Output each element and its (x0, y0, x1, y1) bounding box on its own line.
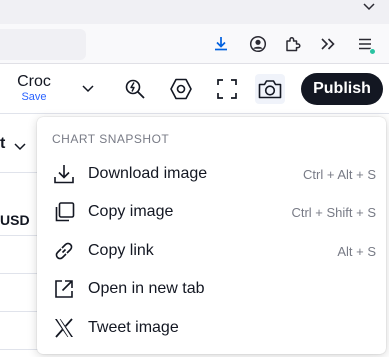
update-indicator-dot (369, 48, 376, 55)
downloads-icon[interactable] (211, 34, 231, 54)
browser-nav-bar (0, 24, 389, 64)
row-divider (0, 311, 38, 312)
menu-item-label: Download image (88, 165, 208, 182)
row-divider (0, 172, 38, 173)
fullscreen-icon[interactable] (212, 74, 242, 104)
menu-item-copy-link[interactable]: Copy link Alt + S (37, 232, 386, 270)
panel-chevron-down-icon[interactable] (14, 138, 28, 152)
download-icon (52, 162, 76, 186)
browser-tab-strip (0, 0, 389, 24)
copy-icon (52, 200, 76, 224)
currency-partial-text: USD (0, 212, 30, 228)
layout-menu-chevron-icon[interactable] (78, 80, 98, 98)
menu-item-label: Copy image (88, 203, 174, 220)
menu-item-shortcut: Alt + S (337, 244, 376, 259)
layout-title: Croc (17, 73, 51, 90)
open-external-icon (52, 277, 76, 301)
row-divider (0, 235, 38, 236)
menu-item-label: Copy link (88, 242, 154, 259)
row-divider (0, 349, 38, 350)
menu-item-label: Open in new tab (88, 280, 205, 297)
menu-item-shortcut: Ctrl + Alt + S (303, 167, 376, 182)
menu-item-shortcut: Ctrl + Shift + S (291, 205, 376, 220)
menu-item-label: Tweet image (88, 319, 179, 336)
layout-name-button[interactable]: Croc Save (10, 73, 58, 104)
menu-header: CHART SNAPSHOT (52, 132, 170, 146)
tab-list-chevron-icon[interactable] (357, 0, 381, 14)
x-logo-icon (52, 316, 76, 340)
chart-snapshot-menu: CHART SNAPSHOT Download image Ctrl + Alt… (37, 117, 386, 354)
row-divider (0, 273, 38, 274)
menu-item-tweet-image[interactable]: Tweet image (37, 309, 386, 347)
link-icon (52, 239, 76, 263)
publish-button[interactable]: Publish (301, 73, 383, 105)
more-tools-chevrons-icon[interactable] (318, 34, 338, 54)
menu-item-open-in-new-tab[interactable]: Open in new tab (37, 270, 386, 308)
app-menu-icon[interactable] (355, 34, 376, 55)
menu-item-download-image[interactable]: Download image Ctrl + Alt + S (37, 155, 386, 193)
panel-header-partial-text: t (0, 135, 6, 152)
url-bar[interactable] (0, 29, 86, 60)
menu-item-copy-image[interactable]: Copy image Ctrl + Shift + S (37, 193, 386, 231)
camera-snapshot-icon[interactable] (255, 74, 285, 104)
layout-save-link[interactable]: Save (10, 91, 58, 104)
account-icon[interactable] (248, 34, 268, 54)
quick-search-icon[interactable] (120, 74, 150, 104)
settings-hexagon-icon[interactable] (166, 74, 196, 104)
extensions-icon[interactable] (283, 34, 303, 54)
